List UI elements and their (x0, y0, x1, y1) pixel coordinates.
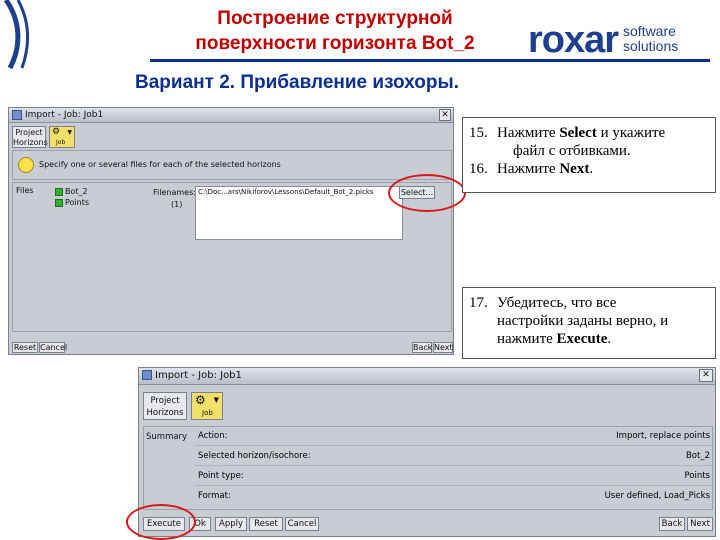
step-17-line3: нажмите Execute. (497, 331, 612, 347)
step-17: 17. Убедитесь, что все (469, 295, 617, 311)
reset-button[interactable]: Reset (249, 517, 283, 531)
import-window-1: Import - Job: Job1 ✕ Project Horizons ⚙ … (8, 107, 454, 355)
slide-subtitle: Вариант 2. Прибавление изохоры. (135, 72, 459, 93)
green-square-icon (55, 187, 63, 196)
instruction-box-2: 17. Убедитесь, что все настройки заданы в… (462, 287, 716, 359)
lightbulb-icon (18, 157, 34, 173)
cancel-button[interactable]: Cancel (285, 517, 319, 531)
window-title: Import - Job: Job1 (25, 110, 104, 120)
gear-icon: ⚙ (195, 393, 206, 407)
cancel-button[interactable]: Cancel (39, 342, 67, 353)
back-button[interactable]: Back (412, 342, 432, 353)
execute-highlight-ellipse (126, 504, 196, 540)
instruction-box-1: 15. Нажмите Select и укажите файл с отбив… (462, 117, 716, 193)
logo-word: roxar (528, 19, 619, 61)
slide-title: Построение структурной поверхности гориз… (135, 6, 535, 56)
summary-row: Action: Import, replace points (194, 428, 712, 446)
filename-value: C:\Doc...ars\Nikiforov\Lessons\Default_B… (198, 188, 374, 196)
green-square-icon (55, 198, 63, 207)
import-window-2: Import - Job: Job1 ✕ Project Horizons ⚙ … (138, 367, 716, 537)
step-17-line2: настройки заданы верно, и (497, 313, 669, 329)
files-panel: Files Bot_2 Points Filenames: (1) C:\Doc… (12, 182, 452, 332)
back-button[interactable]: Back (659, 517, 685, 531)
summary-label: Summary (146, 432, 188, 442)
filename-index: (1) (171, 200, 183, 209)
logo-subtitle: software solutions (623, 23, 679, 54)
app-icon (12, 109, 22, 120)
project-horizons-button[interactable]: Project Horizons (12, 126, 48, 148)
apply-button[interactable]: Apply (215, 517, 247, 531)
filenames-label: Filenames: (153, 188, 196, 197)
header-divider (150, 59, 710, 62)
step-16: 16. Нажмите Next. (469, 161, 594, 177)
app-icon (142, 370, 152, 380)
decorative-swoosh (3, 0, 30, 70)
step-15-line2: файл с отбивками. (513, 143, 631, 159)
gear-icon: ⚙ (52, 127, 61, 137)
instruction-panel: Specify one or several files for each of… (12, 150, 452, 180)
reset-button[interactable]: Reset (12, 342, 38, 353)
job-dropdown[interactable]: ⚙ ▼ Job (49, 126, 75, 148)
next-button[interactable]: Next (687, 517, 713, 531)
window-titlebar: Import - Job: Job1 ✕ (139, 368, 715, 385)
summary-table: Action: Import, replace points Selected … (194, 428, 712, 508)
files-label: Files (16, 186, 34, 195)
next-button[interactable]: Next (433, 342, 453, 353)
instruction-text: Specify one or several files for each of… (39, 160, 281, 169)
close-icon[interactable]: ✕ (439, 109, 451, 121)
slide-title-line1: Построение структурной (217, 8, 453, 29)
select-highlight-ellipse (388, 174, 466, 212)
summary-row: Format: User defined, Load_Picks (198, 491, 710, 501)
step-15: 15. Нажмите Select и укажите (469, 125, 666, 141)
chevron-down-icon: ▼ (213, 396, 219, 404)
horizon-item-points[interactable]: Points (55, 198, 89, 207)
close-icon[interactable]: ✕ (699, 369, 713, 382)
chevron-down-icon: ▼ (67, 129, 72, 136)
slide-title-line2: поверхности горизонта Bot_2 (195, 33, 475, 54)
summary-panel: Summary Action: Import, replace points S… (143, 426, 713, 510)
roxar-logo: roxar software solutions (528, 20, 718, 62)
filenames-list[interactable]: C:\Doc...ars\Nikiforov\Lessons\Default_B… (195, 186, 403, 240)
job-dropdown[interactable]: ⚙ ▼ Job (191, 392, 223, 420)
summary-row: Point type: Points (194, 468, 712, 486)
project-horizons-button[interactable]: Project Horizons (143, 392, 187, 420)
window-titlebar: Import - Job: Job1 ✕ (9, 108, 453, 123)
summary-row: Selected horizon/isochore: Bot_2 (194, 448, 712, 466)
horizon-item-bot2[interactable]: Bot_2 (55, 187, 88, 196)
window-title: Import - Job: Job1 (155, 370, 242, 381)
